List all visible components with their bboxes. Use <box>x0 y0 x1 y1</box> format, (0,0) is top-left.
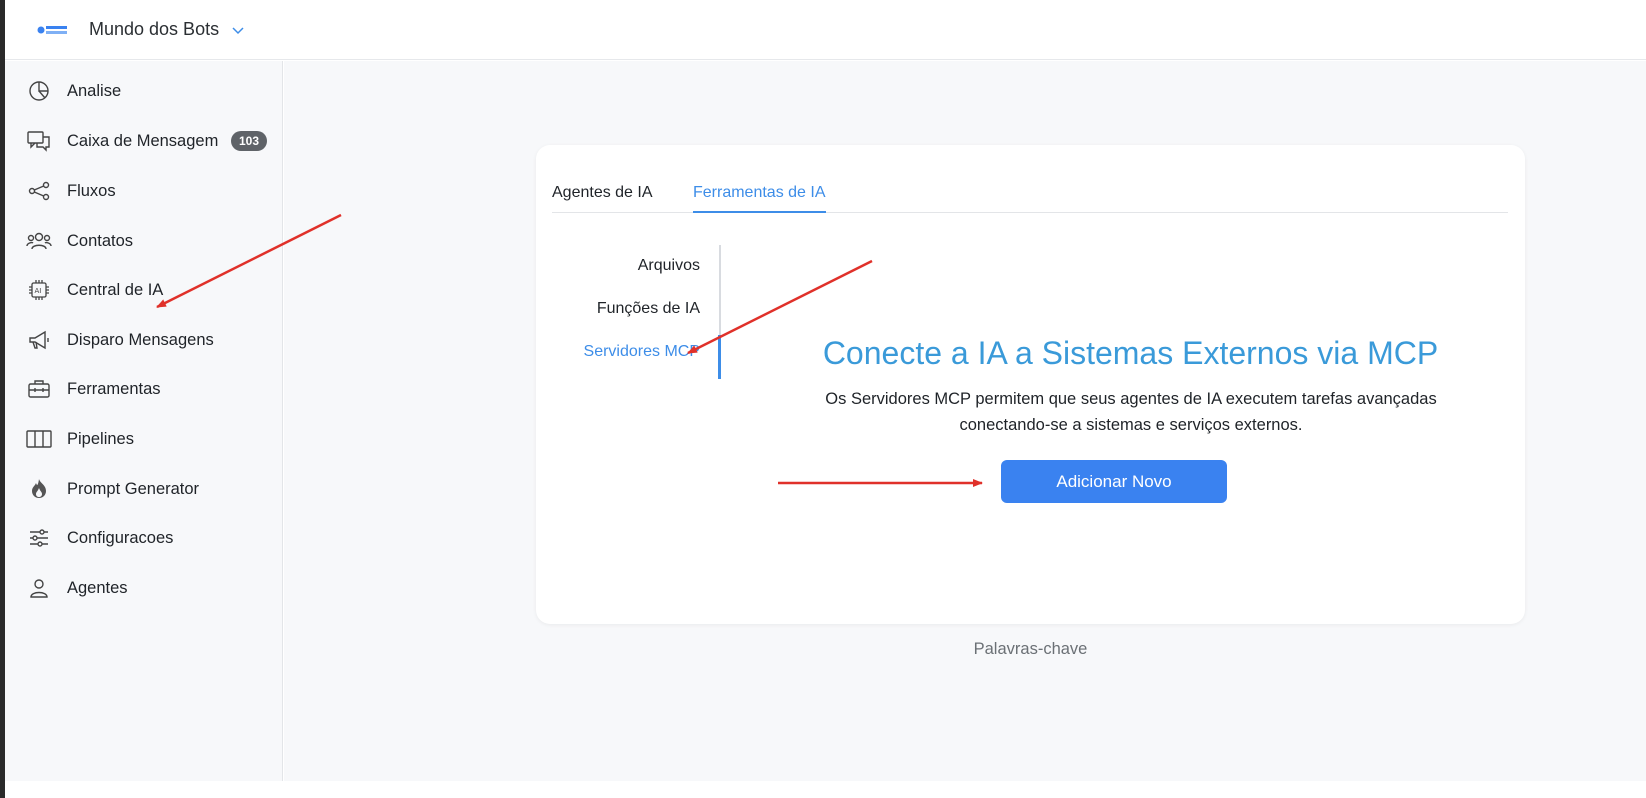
sidebar-item-contatos[interactable]: Contatos <box>5 221 282 261</box>
sidebar-item-ferramentas[interactable]: Ferramentas <box>5 369 282 409</box>
sidebar-item-label: Ferramentas <box>67 379 161 398</box>
sidebar-item-label: Central de IA <box>67 280 164 299</box>
sidebar-item-label: Prompt Generator <box>67 479 200 498</box>
sidebar-item-caixa-de-mensagem[interactable]: Caixa de Mensagem 103 <box>5 121 282 161</box>
svg-text:AI: AI <box>35 287 42 295</box>
subnav-item-funcoes-de-ia[interactable]: Funções de IA <box>597 300 700 318</box>
sidebar-item-fluxos[interactable]: Fluxos <box>5 171 282 211</box>
add-new-button[interactable]: Adicionar Novo <box>1001 460 1227 503</box>
megaphone-icon <box>26 327 52 353</box>
sliders-icon <box>26 525 52 551</box>
sidebar-item-label: Configuracoes <box>67 528 174 547</box>
subnav-item-arquivos[interactable]: Arquivos <box>638 257 700 275</box>
workspace-name[interactable]: Mundo dos Bots <box>89 19 219 40</box>
top-bar: Mundo dos Bots <box>5 0 1646 60</box>
unread-count-badge: 103 <box>231 131 268 151</box>
columns-icon <box>26 426 52 452</box>
subnav-item-servidores-mcp[interactable]: Servidores MCP <box>584 343 700 361</box>
sidebar-item-analise[interactable]: Analise <box>5 71 282 111</box>
tab-bar: Agentes de IA Ferramentas de IA <box>552 169 1508 213</box>
pie-chart-icon <box>26 78 52 104</box>
tab-agentes-de-ia[interactable]: Agentes de IA <box>552 169 653 213</box>
chevron-down-icon[interactable] <box>231 23 245 37</box>
sidebar-item-disparo-mensagens[interactable]: Disparo Mensagens <box>5 320 282 360</box>
sidebar-item-prompt-generator[interactable]: Prompt Generator <box>5 469 282 509</box>
ai-tools-card: Agentes de IA Ferramentas de IA Arquivos… <box>536 145 1525 624</box>
sidebar-item-label: Contatos <box>67 231 134 250</box>
tools-subnav: Arquivos Funções de IA Servidores MCP <box>536 245 721 379</box>
tab-ferramentas-de-ia[interactable]: Ferramentas de IA <box>693 169 826 213</box>
sidebar-item-label: Disparo Mensagens <box>67 330 214 349</box>
sidebar-item-central-de-ia[interactable]: AI Central de IA <box>5 270 282 310</box>
sidebar-item-label: Analise <box>67 81 122 100</box>
sidebar-item-pipelines[interactable]: Pipelines <box>5 419 282 459</box>
sidebar-item-configuracoes[interactable]: Configuracoes <box>5 518 282 558</box>
empty-state-description: Os Servidores MCP permitem que seus agen… <box>825 390 1437 434</box>
sidebar-item-label: Fluxos <box>67 181 116 200</box>
flame-icon <box>26 476 52 502</box>
sidebar: Analise Caixa de Mensagem 103 Fluxos Con… <box>5 61 283 781</box>
chat-bubbles-icon <box>26 128 52 154</box>
toolbox-icon <box>26 376 52 402</box>
ai-chip-icon: AI <box>26 277 52 303</box>
subnav-active-indicator <box>718 335 721 379</box>
sidebar-item-label: Pipelines <box>67 429 134 448</box>
empty-state-title: Conecte a IA a Sistemas Externos via MCP <box>822 335 1439 371</box>
keywords-link[interactable]: Palavras-chave <box>536 640 1525 659</box>
sidebar-item-label: Caixa de Mensagem <box>67 131 219 150</box>
sidebar-item-label: Agentes <box>67 578 128 597</box>
mundo-dos-bots-logo-icon[interactable] <box>37 24 69 36</box>
flow-icon <box>26 178 52 204</box>
user-icon <box>26 575 52 601</box>
contacts-icon <box>26 228 52 254</box>
bottom-strip <box>5 781 1646 798</box>
sidebar-item-agentes[interactable]: Agentes <box>5 568 282 608</box>
